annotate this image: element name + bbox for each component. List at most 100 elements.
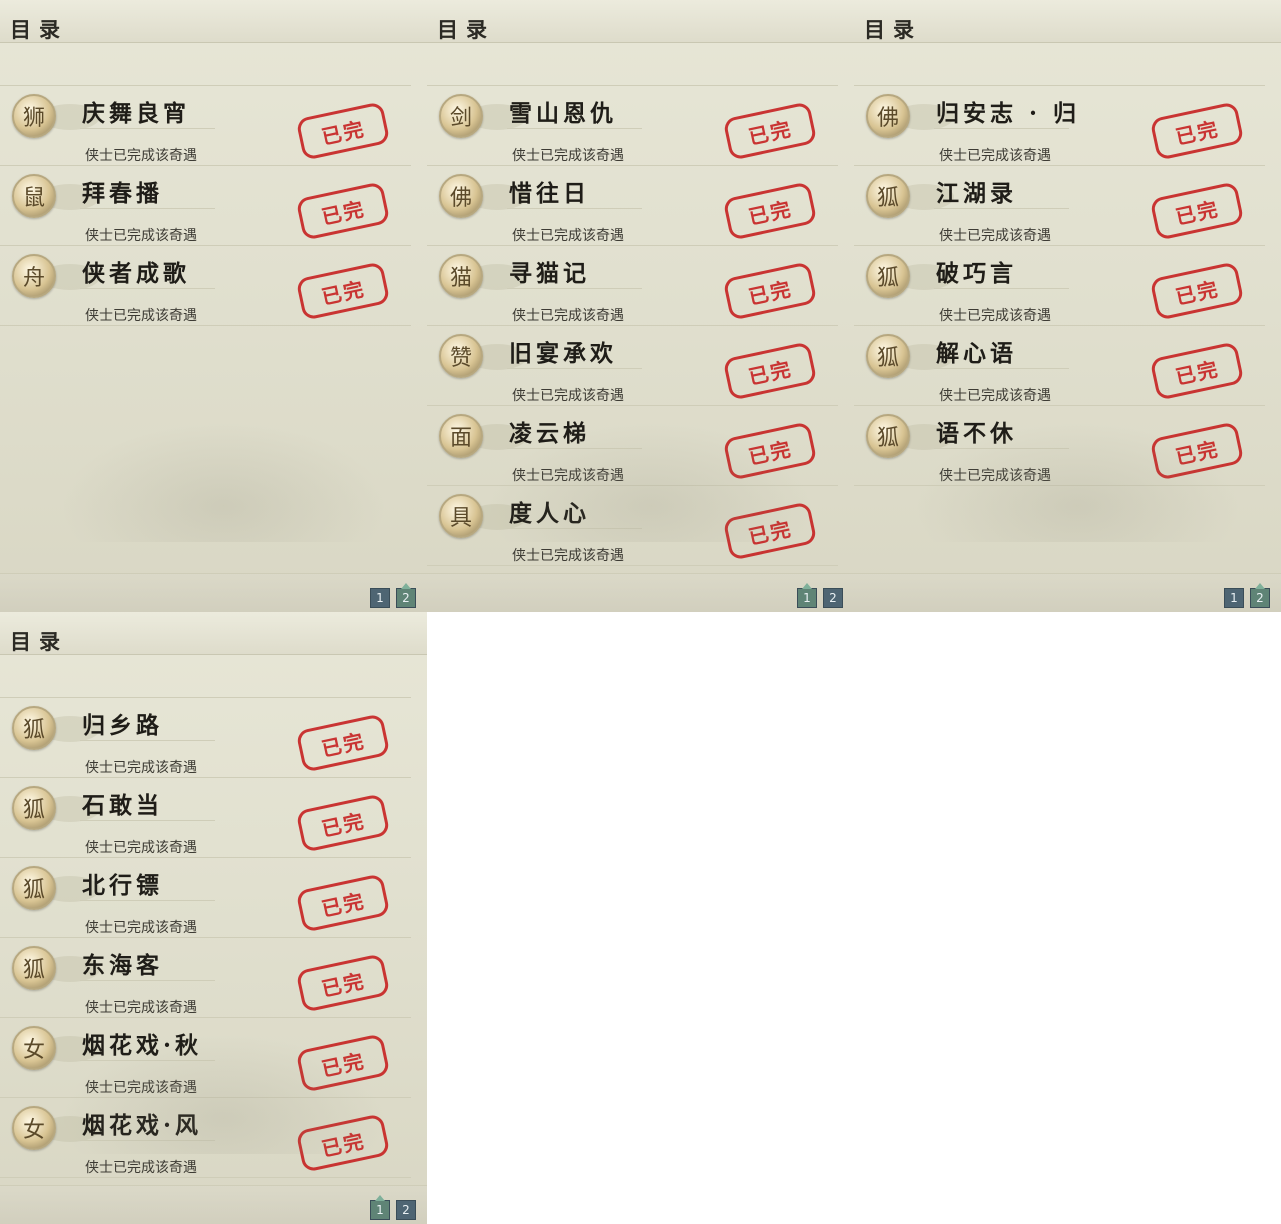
adventure-title: 北行镖 <box>82 872 163 899</box>
list-item[interactable]: 狐破巧言 侠士已完成该奇遇 已完 <box>854 246 1265 326</box>
completed-seal-stamp: 已完 <box>295 953 391 1013</box>
completed-seal-stamp: 已完 <box>1149 341 1245 401</box>
fox-icon: 狐 <box>12 946 56 990</box>
sword-icon: 剑 <box>439 94 483 138</box>
page-2-button[interactable]: 2 <box>1250 583 1270 608</box>
completed-seal-stamp: 已完 <box>1149 261 1245 321</box>
completed-seal-stamp: 已完 <box>295 793 391 853</box>
pagination: 12 <box>1224 583 1270 608</box>
adventure-title: 语不休 <box>936 420 1017 447</box>
list-item[interactable]: 具度人心 侠士已完成该奇遇 已完 <box>427 486 838 566</box>
kangaroo-icon: 鼠 <box>12 174 56 218</box>
list-item[interactable]: 舟侠者成歌 侠士已完成该奇遇 已完 <box>0 246 411 326</box>
completed-seal-stamp: 已完 <box>1149 181 1245 241</box>
completed-seal-stamp: 已完 <box>722 101 818 161</box>
list-item[interactable]: 狐江湖录 侠士已完成该奇遇 已完 <box>854 166 1265 246</box>
adventure-status: 侠士已完成该奇遇 <box>512 468 624 484</box>
pagination: 12 <box>370 583 416 608</box>
fox-icon: 狐 <box>12 866 56 910</box>
list-item[interactable]: 女烟花戏·风侠士已完成该奇遇 已完 <box>0 1098 411 1178</box>
completed-seal-stamp: 已完 <box>722 421 818 481</box>
list-item[interactable]: 狐语不休 侠士已完成该奇遇 已完 <box>854 406 1265 486</box>
list-item[interactable]: 面凌云梯 侠士已完成该奇遇 已完 <box>427 406 838 486</box>
title-underline <box>80 128 215 129</box>
completed-seal-stamp: 已完 <box>295 261 391 321</box>
completed-seal-stamp: 已完 <box>295 181 391 241</box>
fox-icon: 狐 <box>866 414 910 458</box>
list-item[interactable]: 女烟花戏·秋 侠士已完成该奇遇 已完 <box>0 1018 411 1098</box>
adventure-status: 侠士已完成该奇遇 <box>939 468 1051 484</box>
list-item[interactable]: 佛归安志 · 归侠士已完成该奇遇 已完 <box>854 86 1265 166</box>
list-item[interactable]: 狐石敢当 侠士已完成该奇遇 已完 <box>0 778 411 858</box>
page-2-button[interactable]: 2 <box>396 583 416 608</box>
adventure-status: 侠士已完成该奇遇 <box>85 840 197 856</box>
adventure-status: 侠士已完成该奇遇 <box>939 148 1051 164</box>
catalog-panel-4: 目录狐归乡路 侠士已完成该奇遇 已完狐石敢当 侠士已完成该奇遇 已完狐北行镖 侠士已完成该… <box>0 612 427 1224</box>
page-1-button[interactable]: 1 <box>797 583 817 608</box>
face-icon: 面 <box>439 414 483 458</box>
title-underline <box>507 128 642 129</box>
adventure-status: 侠士已完成该奇遇 <box>512 548 624 564</box>
catalog-panel-1: 目录狮庆舞良宵 侠士已完成该奇遇 已完鼠拜春播 侠士已完成该奇遇 已完舟侠者成歌 侠士已完… <box>0 0 427 612</box>
adventure-title: 破巧言 <box>936 260 1017 287</box>
lady-portrait-icon: 女 <box>12 1026 56 1070</box>
completed-seal-stamp: 已完 <box>295 713 391 773</box>
adventure-title: 惜往日 <box>509 180 590 207</box>
completed-seal-stamp: 已完 <box>295 1033 391 1093</box>
list-item[interactable]: 剑雪山恩仇侠士已完成该奇遇 已完 <box>427 86 838 166</box>
panel-footer: 12 <box>0 573 427 612</box>
adventure-title: 烟花戏·风 <box>82 1112 203 1139</box>
list-item[interactable]: 狐解心语 侠士已完成该奇遇 已完 <box>854 326 1265 406</box>
list-item[interactable]: 狐归乡路 侠士已完成该奇遇 已完 <box>0 698 411 778</box>
completed-seal-stamp: 已完 <box>1149 101 1245 161</box>
mask-icon: 具 <box>439 494 483 538</box>
adventure-status: 侠士已完成该奇遇 <box>939 388 1051 404</box>
completed-seal-stamp: 已完 <box>295 1113 391 1173</box>
adventure-status: 侠士已完成该奇遇 <box>512 308 624 324</box>
adventure-status: 侠士已完成该奇遇 <box>512 148 624 164</box>
list-item[interactable]: 佛惜往日侠士已完成该奇遇 已完 <box>427 166 838 246</box>
list-item[interactable]: 鼠拜春播 侠士已完成该奇遇 已完 <box>0 166 411 246</box>
page-2-button[interactable]: 2 <box>823 588 843 608</box>
adventure-title: 东海客 <box>82 952 163 979</box>
golden-buddha-icon: 佛 <box>866 94 910 138</box>
fox-icon: 狐 <box>12 706 56 750</box>
fox-icon: 狐 <box>12 786 56 830</box>
list-item[interactable]: 赞旧宴承欢 侠士已完成该奇遇 已完 <box>427 326 838 406</box>
title-underline <box>934 448 1069 449</box>
panel-title: 目录 <box>437 17 495 42</box>
panel-footer: 12 <box>427 573 854 612</box>
adventure-status: 侠士已完成该奇遇 <box>939 308 1051 324</box>
adventure-title: 雪山恩仇 <box>509 100 617 127</box>
fishing-boat-icon: 舟 <box>12 254 56 298</box>
cat-icon: 猫 <box>439 254 483 298</box>
page-1-button[interactable]: 1 <box>370 1195 390 1220</box>
golden-buddha-icon: 佛 <box>439 174 483 218</box>
title-underline <box>934 128 1069 129</box>
page-1-button[interactable]: 1 <box>370 588 390 608</box>
lady-portrait-icon: 女 <box>12 1106 56 1150</box>
list-item[interactable]: 狮庆舞良宵 侠士已完成该奇遇 已完 <box>0 86 411 166</box>
adventure-title: 江湖录 <box>936 180 1017 207</box>
title-underline <box>934 208 1069 209</box>
adventure-status: 侠士已完成该奇遇 <box>939 228 1051 244</box>
title-underline <box>507 288 642 289</box>
page-1-button[interactable]: 1 <box>1224 588 1244 608</box>
title-underline <box>80 900 215 901</box>
panel-footer: 12 <box>854 573 1281 612</box>
adventure-list: 剑雪山恩仇 侠士已完成该奇遇 已完佛惜往日 侠士已完成该奇遇 已完猫寻猫记 侠士已完成该奇… <box>427 86 838 566</box>
list-item[interactable]: 猫寻猫记 侠士已完成该奇遇 已完 <box>427 246 838 326</box>
page-2-button[interactable]: 2 <box>396 1200 416 1220</box>
list-item[interactable]: 狐东海客 侠士已完成该奇遇 已完 <box>0 938 411 1018</box>
catalog-panel-2: 目录剑雪山恩仇 侠士已完成该奇遇 已完佛惜往日 侠士已完成该奇遇 已完猫寻猫记 侠士已完成… <box>427 0 854 612</box>
list-item[interactable]: 狐北行镖 侠士已完成该奇遇 已完 <box>0 858 411 938</box>
panel-title: 目录 <box>10 629 68 654</box>
adventure-status: 侠士已完成该奇遇 <box>512 388 624 404</box>
panel-footer: 12 <box>0 1185 427 1224</box>
adventure-status: 侠士已完成该奇遇 <box>512 228 624 244</box>
title-underline <box>934 288 1069 289</box>
completed-seal-stamp: 已完 <box>722 181 818 241</box>
panel-title: 目录 <box>864 17 922 42</box>
pagination: 12 <box>370 1195 416 1220</box>
adventure-status: 侠士已完成该奇遇 <box>85 1160 197 1176</box>
